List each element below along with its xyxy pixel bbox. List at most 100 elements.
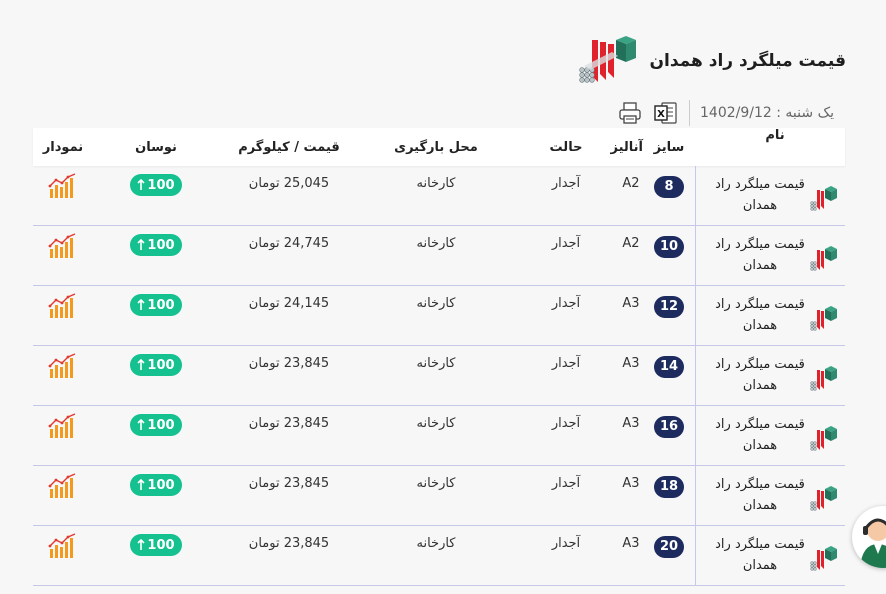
table-row[interactable]: قیمت میلگرد راد همدان 18 A3 آجدار کارخان… — [33, 466, 845, 526]
change-value: 100 — [147, 357, 175, 373]
page-header: قیمت میلگرد راد همدان — [578, 36, 847, 86]
product-name[interactable]: قیمت میلگرد راد همدان — [715, 354, 805, 396]
state-cell: آجدار — [551, 416, 581, 431]
chart-cell — [33, 526, 93, 563]
price-cell: 25,045 تومان — [248, 176, 330, 191]
name-cell: قیمت میلگرد راد همدان — [696, 286, 845, 336]
support-avatar-icon[interactable] — [852, 506, 886, 568]
arrow-up-icon — [137, 419, 145, 430]
size-cell: 20 — [643, 526, 695, 558]
product-name[interactable]: قیمت میلگرد راد همدان — [715, 234, 805, 276]
change-badge[interactable]: 100 — [130, 174, 182, 196]
analysis-cell: A3 — [622, 476, 640, 491]
product-name[interactable]: قیمت میلگرد راد همدان — [715, 414, 805, 456]
place-cell: کارخانه — [416, 236, 456, 251]
chart-cell — [33, 346, 93, 383]
price-cell: 23,845 تومان — [248, 356, 330, 371]
change-value: 100 — [147, 537, 175, 553]
chart-cell — [33, 166, 93, 203]
change-cell: 100 — [93, 226, 219, 256]
arrow-up-icon — [137, 479, 145, 490]
table-row[interactable]: قیمت میلگرد راد همدان 16 A3 آجدار کارخان… — [33, 406, 845, 466]
name-cell: قیمت میلگرد راد همدان — [696, 526, 845, 576]
date-label: یک شنبه : 1402/9/12 — [700, 105, 834, 121]
size-badge: 18 — [654, 476, 684, 498]
change-cell: 100 — [93, 286, 219, 316]
price-cell: 23,845 تومان — [248, 476, 330, 491]
change-badge[interactable]: 100 — [130, 414, 182, 436]
bar-chart-icon[interactable] — [48, 173, 78, 199]
product-name[interactable]: قیمت میلگرد راد همدان — [715, 174, 805, 216]
name-column: قیمت میلگرد راد همدان — [695, 346, 845, 405]
arrow-up-icon — [137, 239, 145, 250]
name-column: قیمت میلگرد راد همدان — [695, 466, 845, 525]
bar-chart-icon[interactable] — [48, 533, 78, 559]
table-header: نام سایز آنالیز حالت محل بارگیری قیمت / … — [33, 128, 845, 166]
change-value: 100 — [147, 237, 175, 253]
chart-cell — [33, 466, 93, 503]
bar-chart-icon[interactable] — [48, 353, 78, 379]
change-badge[interactable]: 100 — [130, 294, 182, 316]
column-header-place: محل بارگیری — [394, 139, 478, 155]
product-name[interactable]: قیمت میلگرد راد همدان — [715, 534, 805, 576]
place-cell: کارخانه — [416, 536, 456, 551]
name-column: قیمت میلگرد راد همدان — [695, 166, 845, 225]
place-cell: کارخانه — [416, 296, 456, 311]
table-row[interactable]: قیمت میلگرد راد همدان 10 A2 آجدار کارخان… — [33, 226, 845, 286]
change-value: 100 — [147, 177, 175, 193]
rebar-logo-icon — [578, 36, 636, 83]
column-header-size: سایز — [653, 139, 685, 155]
product-name[interactable]: قیمت میلگرد راد همدان — [715, 474, 805, 516]
change-badge[interactable]: 100 — [130, 234, 182, 256]
excel-icon[interactable]: X — [653, 100, 679, 126]
rebar-logo-icon — [810, 366, 837, 391]
state-cell: آجدار — [551, 476, 581, 491]
table-row[interactable]: قیمت میلگرد راد همدان 14 A3 آجدار کارخان… — [33, 346, 845, 406]
name-cell: قیمت میلگرد راد همدان — [696, 346, 845, 396]
arrow-up-icon — [137, 179, 145, 190]
column-header-analysis: آنالیز — [610, 139, 644, 155]
place-cell: کارخانه — [416, 476, 456, 491]
bar-chart-icon[interactable] — [48, 413, 78, 439]
bar-chart-icon[interactable] — [48, 473, 78, 499]
size-cell: 10 — [643, 226, 695, 258]
size-badge: 12 — [654, 296, 684, 318]
change-badge[interactable]: 100 — [130, 534, 182, 556]
size-badge: 14 — [654, 356, 684, 378]
size-cell: 12 — [643, 286, 695, 318]
column-header-chart: نمودار — [42, 139, 84, 155]
name-column: قیمت میلگرد راد همدان — [695, 286, 845, 345]
printer-icon[interactable] — [617, 100, 643, 126]
size-cell: 16 — [643, 406, 695, 438]
change-badge[interactable]: 100 — [130, 354, 182, 376]
product-name[interactable]: قیمت میلگرد راد همدان — [715, 294, 805, 336]
arrow-up-icon — [137, 299, 145, 310]
name-cell: قیمت میلگرد راد همدان — [696, 166, 845, 216]
bar-chart-icon[interactable] — [48, 293, 78, 319]
chart-cell — [33, 226, 93, 263]
chart-cell — [33, 286, 93, 323]
table-row[interactable]: قیمت میلگرد راد همدان 8 A2 آجدار کارخانه… — [33, 166, 845, 226]
change-cell: 100 — [93, 166, 219, 196]
arrow-up-icon — [137, 359, 145, 370]
rebar-logo-icon — [810, 186, 837, 211]
rebar-logo-icon — [810, 546, 837, 571]
place-cell: کارخانه — [416, 176, 456, 191]
page-title: قیمت میلگرد راد همدان — [649, 51, 847, 71]
rebar-logo-icon — [810, 246, 837, 271]
rebar-logo-icon — [810, 426, 837, 451]
state-cell: آجدار — [551, 356, 581, 371]
rebar-logo-icon — [810, 486, 837, 511]
name-cell: قیمت میلگرد راد همدان — [696, 466, 845, 516]
table-row[interactable]: قیمت میلگرد راد همدان 20 A3 آجدار کارخان… — [33, 526, 845, 586]
name-cell: قیمت میلگرد راد همدان — [696, 226, 845, 276]
state-cell: آجدار — [551, 536, 581, 551]
column-header-name: نام — [765, 128, 785, 143]
change-value: 100 — [147, 297, 175, 313]
price-cell: 23,845 تومان — [248, 416, 330, 431]
bar-chart-icon[interactable] — [48, 233, 78, 259]
size-badge: 8 — [654, 176, 684, 198]
change-badge[interactable]: 100 — [130, 474, 182, 496]
table-row[interactable]: قیمت میلگرد راد همدان 12 A3 آجدار کارخان… — [33, 286, 845, 346]
price-cell: 23,845 تومان — [248, 536, 330, 551]
